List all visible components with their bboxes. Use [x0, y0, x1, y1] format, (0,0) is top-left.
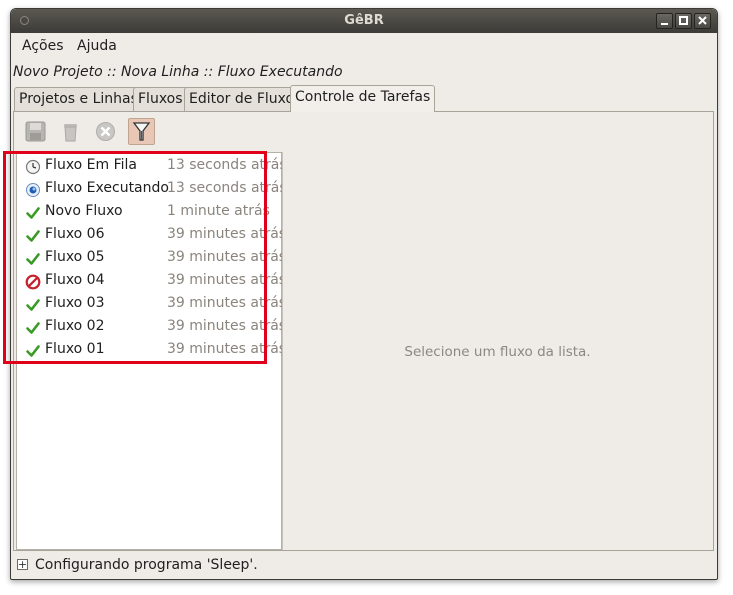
maximize-icon	[679, 16, 688, 25]
job-name: Fluxo 04	[45, 272, 105, 288]
checkmark-icon	[25, 297, 41, 313]
checkmark-icon	[25, 320, 41, 336]
close-icon	[698, 16, 707, 25]
job-row[interactable]: Fluxo 06 39 minutes atrás	[25, 225, 287, 247]
checkmark-icon	[25, 251, 41, 267]
job-row[interactable]: Fluxo 05 39 minutes atrás	[25, 248, 287, 270]
minimize-icon	[661, 23, 668, 25]
checkmark-icon	[25, 228, 41, 244]
job-time: 13 seconds atrás	[167, 157, 287, 173]
cancel-icon	[96, 122, 115, 141]
job-row[interactable]: Fluxo Executando 13 seconds atrás	[25, 179, 287, 201]
filter-button[interactable]	[128, 118, 155, 145]
menu-bar: Ações Ajuda	[11, 33, 717, 59]
checkmark-icon	[25, 205, 41, 221]
job-row[interactable]: Fluxo Em Fila 13 seconds atrás	[25, 156, 287, 178]
job-name: Fluxo Em Fila	[45, 157, 138, 173]
job-name: Fluxo 03	[45, 295, 105, 311]
job-time: 39 minutes atrás	[167, 341, 287, 357]
save-button[interactable]	[22, 118, 49, 145]
app-window: GêBR Ações Ajuda Novo Projeto :: Nova Li…	[10, 8, 718, 580]
job-row[interactable]: Fluxo 04 39 minutes atrás	[25, 271, 287, 293]
status-text: Configurando programa 'Sleep'.	[35, 557, 258, 573]
job-time: 39 minutes atrás	[167, 295, 287, 311]
clear-button[interactable]	[57, 118, 84, 145]
job-row[interactable]: Fluxo 01 39 minutes atrás	[25, 340, 287, 362]
menu-ajuda[interactable]: Ajuda	[77, 38, 117, 54]
tab-controle-de-tarefas[interactable]: Controle de Tarefas	[290, 85, 436, 112]
window-title: GêBR	[344, 13, 384, 28]
job-name: Fluxo 06	[45, 226, 105, 242]
job-detail-pane: Selecione um fluxo da lista.	[282, 152, 712, 550]
job-row[interactable]: Fluxo 03 39 minutes atrás	[25, 294, 287, 316]
expand-icon[interactable]: +	[17, 559, 28, 570]
job-time: 39 minutes atrás	[167, 249, 287, 265]
checkmark-icon	[25, 343, 41, 359]
jobs-list[interactable]: Fluxo Em Fila 13 seconds atrás Fluxo Execu…	[16, 152, 287, 550]
menu-acoes[interactable]: Ações	[22, 38, 64, 54]
job-name: Novo Fluxo	[45, 203, 123, 219]
job-name: Fluxo 05	[45, 249, 105, 265]
job-time: 13 seconds atrás	[167, 180, 287, 196]
job-name: Fluxo 01	[45, 341, 105, 357]
tab-projetos-e-linhas[interactable]: Projetos e Linhas	[14, 87, 143, 111]
job-row[interactable]: Fluxo 02 39 minutes atrás	[25, 317, 287, 339]
job-name: Fluxo Executando	[45, 180, 169, 196]
breadcrumb: Novo Projeto :: Nova Linha :: Fluxo Exec…	[13, 64, 343, 80]
clock-icon	[25, 159, 41, 175]
running-icon	[25, 182, 41, 198]
detail-placeholder: Selecione um fluxo da lista.	[404, 344, 591, 360]
job-name: Fluxo 02	[45, 318, 105, 334]
title-bar[interactable]: GêBR	[11, 9, 717, 33]
job-control-panel: Fluxo Em Fila 13 seconds atrás Fluxo Execu…	[13, 111, 714, 551]
close-window-button[interactable]	[694, 13, 711, 29]
trash-icon	[64, 124, 77, 142]
cancel-job-button[interactable]	[92, 118, 119, 145]
job-time: 39 minutes atrás	[167, 318, 287, 334]
job-time: 39 minutes atrás	[167, 226, 287, 242]
job-row[interactable]: Novo Fluxo 1 minute atrás	[25, 202, 283, 224]
job-time: 39 minutes atrás	[167, 272, 287, 288]
tab-fluxos[interactable]: Fluxos	[133, 87, 188, 111]
job-time: 1 minute atrás	[167, 203, 270, 219]
tab-editor-de-fluxo[interactable]: Editor de Fluxo	[184, 87, 300, 111]
minimize-button[interactable]	[656, 13, 673, 29]
maximize-button[interactable]	[675, 13, 692, 29]
save-icon	[25, 121, 46, 142]
canceled-icon	[25, 274, 41, 290]
status-bar: + Configurando programa 'Sleep'.	[11, 554, 717, 578]
filter-icon	[132, 122, 151, 141]
